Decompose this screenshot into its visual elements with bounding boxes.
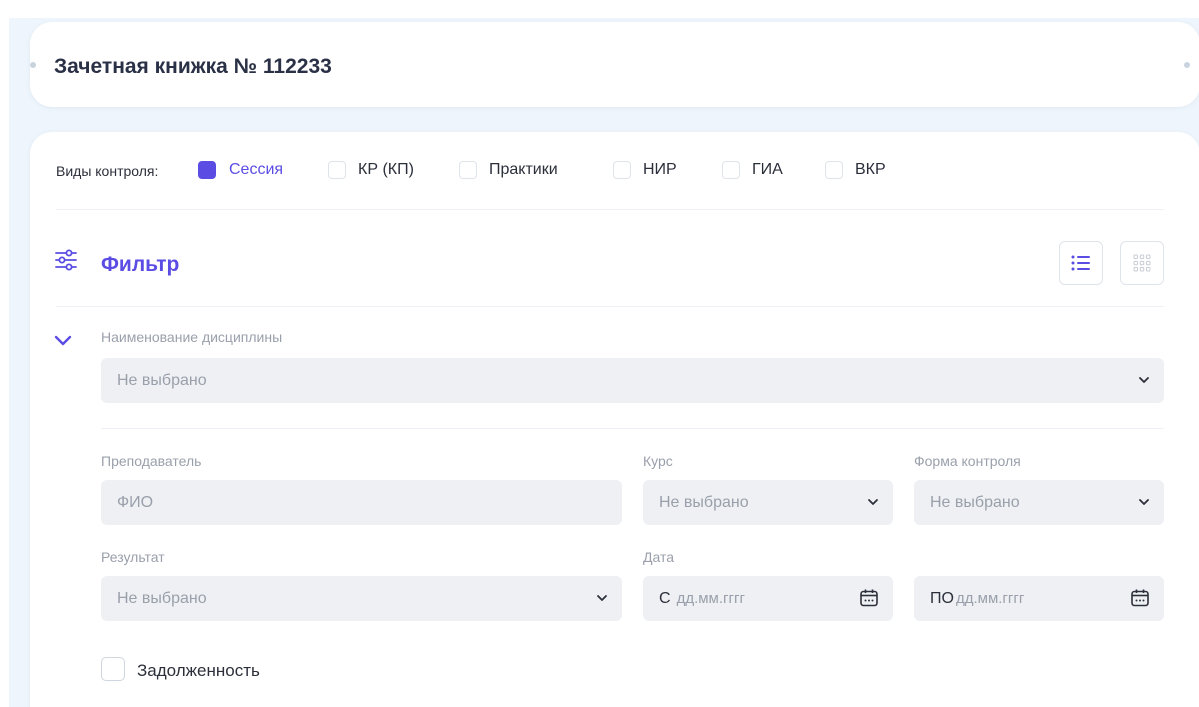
checkbox-coursework-label[interactable]: КР (КП) — [358, 161, 414, 179]
checkbox-state-attestation[interactable] — [722, 161, 740, 179]
discipline-label: Наименование дисциплины — [101, 329, 283, 345]
course-select-value: Не выбрано — [659, 493, 749, 511]
course-select[interactable]: Не выбрано — [643, 480, 893, 525]
date-to-prefix: ПО — [930, 589, 954, 607]
chevron-down-icon — [1139, 377, 1149, 383]
chevron-down-icon — [1139, 499, 1149, 505]
checkbox-session-label[interactable]: Сессия — [229, 161, 283, 179]
date-from-placeholder: дд.мм.гггг — [676, 590, 745, 607]
control-types-label: Виды контроля: — [56, 163, 159, 179]
chevron-down-icon — [868, 499, 878, 505]
control-form-select[interactable]: Не выбрано — [914, 480, 1164, 525]
list-view-button[interactable] — [1059, 241, 1103, 285]
checkbox-practice-label[interactable]: Практики — [489, 161, 558, 179]
divider — [56, 306, 1164, 307]
calendar-icon[interactable] — [1130, 588, 1150, 608]
discipline-select-value: Не выбрано — [117, 371, 207, 389]
grid-view-icon — [1133, 254, 1151, 272]
page-title: Зачетная книжка № 112233 — [54, 55, 332, 78]
sliders-icon — [55, 249, 77, 271]
calendar-icon[interactable] — [859, 588, 879, 608]
control-form-select-value: Не выбрано — [930, 493, 1020, 511]
discipline-select[interactable]: Не выбрано — [101, 358, 1164, 403]
result-label: Результат — [101, 549, 165, 565]
filter-title: Фильтр — [101, 253, 180, 276]
list-view-icon — [1071, 255, 1090, 271]
debt-checkbox[interactable] — [101, 657, 125, 681]
divider — [56, 209, 1164, 210]
date-from-input[interactable]: С дд.мм.гггг — [643, 576, 893, 621]
checkbox-practice[interactable] — [459, 161, 477, 179]
grid-view-button[interactable] — [1120, 241, 1164, 285]
checkbox-thesis-label[interactable]: ВКР — [855, 161, 886, 179]
date-label: Дата — [643, 549, 675, 565]
date-from-prefix: С — [659, 589, 671, 607]
divider — [101, 428, 1164, 429]
control-form-label: Форма контроля — [914, 453, 1021, 469]
checkbox-research[interactable] — [613, 161, 631, 179]
header-right-dot — [1184, 62, 1190, 68]
date-to-input[interactable]: ПО дд.мм.гггг — [914, 576, 1164, 621]
chevron-down-icon — [597, 595, 607, 601]
result-select-value: Не выбрано — [117, 589, 207, 607]
debt-checkbox-label[interactable]: Задолженность — [137, 661, 260, 681]
checkbox-state-attestation-label[interactable]: ГИА — [752, 161, 783, 179]
checkbox-coursework[interactable] — [328, 161, 346, 179]
teacher-input[interactable]: ФИО — [101, 480, 622, 525]
checkbox-session[interactable] — [198, 161, 216, 179]
course-label: Курс — [643, 453, 673, 469]
checkbox-thesis[interactable] — [825, 161, 843, 179]
teacher-label: Преподаватель — [101, 453, 202, 469]
checkbox-research-label[interactable]: НИР — [643, 161, 677, 179]
chevron-down-icon[interactable] — [54, 333, 72, 347]
date-to-placeholder: дд.мм.гггг — [955, 590, 1025, 607]
result-select[interactable]: Не выбрано — [101, 576, 622, 621]
teacher-input-placeholder: ФИО — [117, 493, 154, 511]
header-left-dot — [30, 62, 36, 68]
